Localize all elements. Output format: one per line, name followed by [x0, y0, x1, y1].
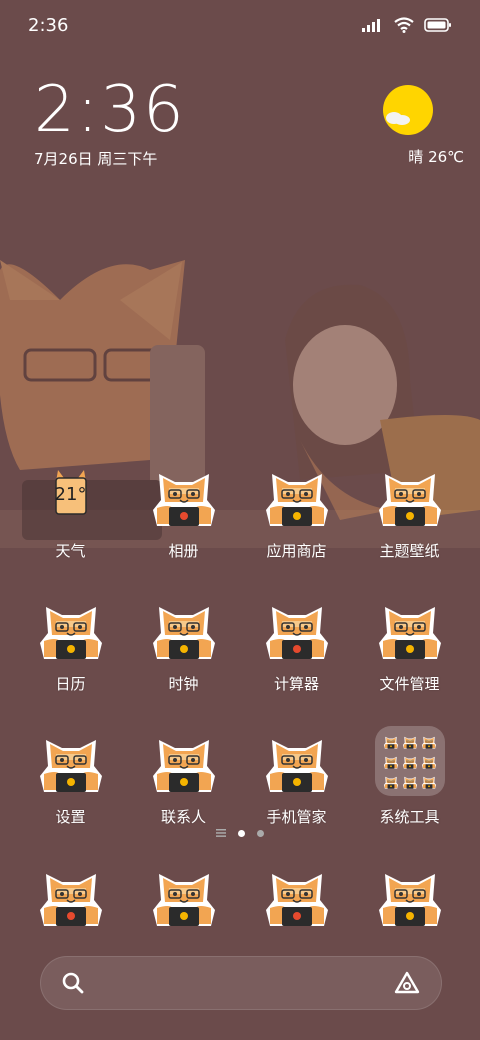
dock-messages[interactable]: [127, 860, 240, 930]
app-clock[interactable]: 时钟: [127, 593, 240, 694]
app-label: 联系人: [160, 808, 206, 826]
cat-phone-icon: [36, 860, 106, 930]
page-dot-active: [238, 829, 245, 837]
app-label: 设置: [55, 808, 86, 826]
cat-messages-icon: [149, 860, 219, 930]
app-label: 文件管理: [379, 675, 440, 693]
search-icon: [62, 972, 84, 994]
status-time: 2:36: [28, 14, 69, 36]
weather-app-icon: 21°: [36, 460, 106, 530]
clock-date: 7月26日 周三下午: [34, 150, 158, 168]
dock-browser[interactable]: [240, 860, 353, 930]
cat-calendar-icon: [36, 593, 106, 663]
sun-cloud-icon: [383, 85, 433, 135]
cat-settings-icon: [36, 726, 106, 796]
cat-calculator-icon: [262, 593, 332, 663]
folder-mini-cat-icon: [421, 733, 437, 750]
app-label: 计算器: [273, 675, 319, 693]
cat-security-icon: [262, 726, 332, 796]
cat-theme-icon: [375, 460, 445, 530]
weather-label: 晴 26℃: [408, 148, 464, 166]
battery-icon: [424, 18, 451, 32]
page-dot: [257, 829, 264, 837]
clock-time: 2:36: [34, 73, 186, 147]
app-label: 手机管家: [266, 808, 327, 826]
cat-gallery-icon: [149, 460, 219, 530]
folder-mini-cat-icon: [383, 753, 399, 770]
app-weather[interactable]: 21° 天气: [14, 460, 127, 561]
folder-mini-cat-icon: [402, 733, 418, 750]
cat-files-icon: [375, 593, 445, 663]
assistant-icon[interactable]: [393, 970, 421, 996]
app-settings[interactable]: 设置: [14, 726, 127, 827]
status-icons: [362, 17, 452, 33]
app-label: 相册: [168, 542, 199, 560]
app-label: 日历: [55, 675, 86, 693]
app-gallery[interactable]: 相册: [127, 460, 240, 561]
dock-phone[interactable]: [14, 860, 127, 930]
search-bar[interactable]: [40, 956, 442, 1010]
app-label: 主题壁纸: [379, 542, 440, 560]
folder-mini-cat-icon: [383, 773, 399, 790]
status-bar: 2:36: [0, 0, 480, 50]
app-contacts[interactable]: 联系人: [127, 726, 240, 827]
folder-mini-cat-icon: [421, 773, 437, 790]
folder-system-tools[interactable]: 系统工具: [353, 726, 466, 827]
clock-widget[interactable]: 2:36 7月26日 周三下午: [34, 78, 186, 169]
dock: [0, 860, 480, 930]
app-label: 应用商店: [266, 542, 327, 560]
cat-camera-icon: [375, 860, 445, 930]
folder-icon: [374, 726, 445, 796]
cat-store-icon: [262, 460, 332, 530]
folder-mini-cat-icon: [402, 773, 418, 790]
cat-browser-icon: [262, 860, 332, 930]
app-calendar[interactable]: 日历: [14, 593, 127, 694]
folder-mini-cat-icon: [421, 753, 437, 770]
app-label: 天气: [55, 542, 86, 560]
app-security[interactable]: 手机管家: [240, 726, 353, 827]
app-file-manager[interactable]: 文件管理: [353, 593, 466, 694]
signal-icon: [362, 19, 380, 32]
page-indicator[interactable]: [0, 829, 480, 837]
app-calculator[interactable]: 计算器: [240, 593, 353, 694]
wifi-icon: [394, 17, 414, 33]
app-themes[interactable]: 主题壁纸: [353, 460, 466, 561]
app-app-store[interactable]: 应用商店: [240, 460, 353, 561]
dock-camera[interactable]: [353, 860, 466, 930]
cat-clock-icon: [149, 593, 219, 663]
folder-mini-cat-icon: [383, 733, 399, 750]
app-label: 时钟: [168, 675, 199, 693]
cat-contacts-icon: [149, 726, 219, 796]
weather-app-temp: 21°: [54, 484, 87, 505]
app-grid: 21° 天气 相册 应用商店 主题壁纸 日历 时钟 计算器 文件管理 设置 联系…: [0, 460, 480, 827]
folder-mini-cat-icon: [402, 753, 418, 770]
folder-label: 系统工具: [379, 808, 440, 826]
menu-lines-icon: [216, 829, 226, 837]
